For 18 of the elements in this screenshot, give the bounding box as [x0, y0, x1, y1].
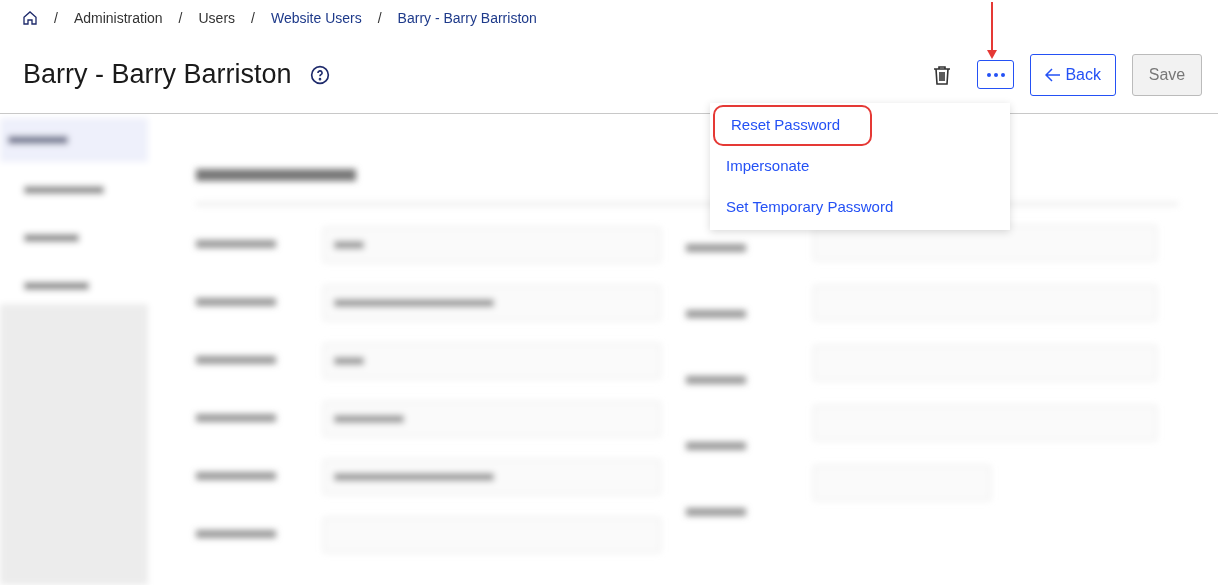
- breadcrumb-separator: /: [377, 8, 382, 28]
- breadcrumb-item: Administration: [73, 8, 163, 28]
- menu-item[interactable]: Impersonate: [710, 146, 1010, 187]
- back-button[interactable]: Back: [1030, 53, 1116, 96]
- breadcrumb-separator: /: [251, 8, 255, 28]
- breadcrumb-separator: /: [178, 8, 183, 28]
- breadcrumb-link[interactable]: Barry - Barry Barriston: [397, 7, 537, 29]
- more-button[interactable]: [977, 60, 1015, 89]
- page-title: Barry - Barry Barriston: [23, 58, 292, 92]
- home-icon[interactable]: [22, 10, 38, 26]
- help-icon[interactable]: [309, 64, 330, 85]
- menu-item[interactable]: Set Temporary Password: [710, 187, 1010, 228]
- trash-icon[interactable]: [933, 64, 952, 85]
- menu-item[interactable]: Reset Password: [713, 105, 872, 146]
- breadcrumb-separator: /: [54, 8, 58, 28]
- breadcrumb-item: Users: [198, 8, 236, 28]
- breadcrumb-link[interactable]: Website Users: [270, 7, 362, 29]
- arrow-left-icon: [1045, 67, 1062, 82]
